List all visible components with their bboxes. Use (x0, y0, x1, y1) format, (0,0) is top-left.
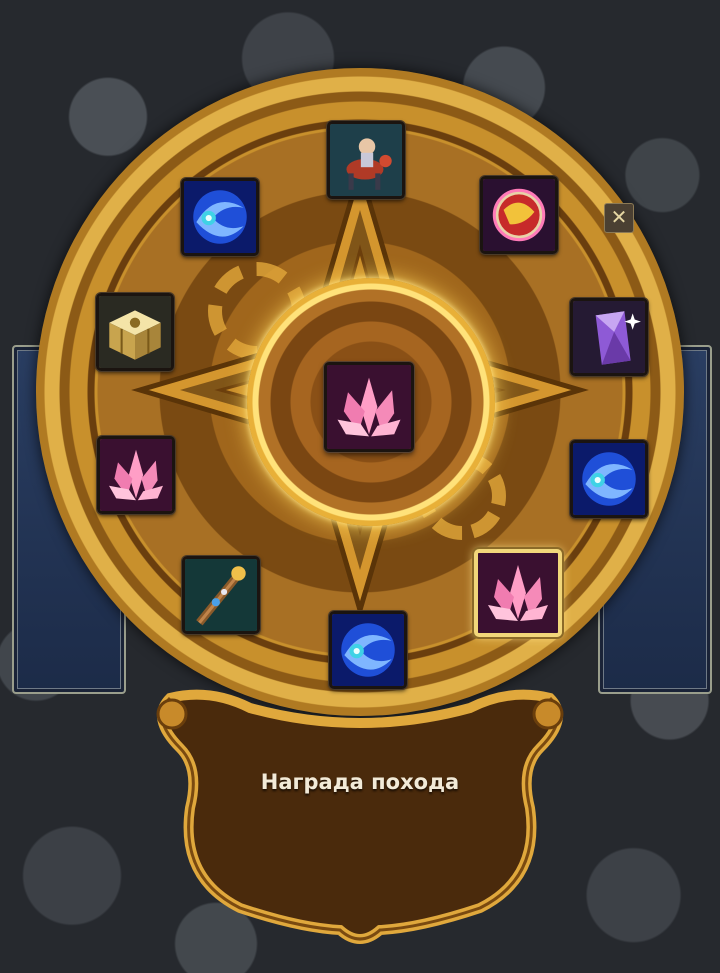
blue-swirl-icon (332, 614, 404, 686)
reward-slot-top[interactable] (327, 121, 405, 199)
reward-slot-top-right[interactable] (480, 176, 558, 254)
hero-on-mount-icon (330, 124, 402, 196)
title-banner (150, 678, 570, 948)
reward-slot-bottom-right[interactable] (474, 549, 562, 637)
banner-title: Награда похода (260, 770, 460, 794)
close-icon: ✕ (610, 205, 628, 229)
pink-crystal-icon (327, 365, 411, 449)
close-button[interactable]: ✕ (604, 203, 634, 233)
reward-slot-left-lower[interactable] (97, 436, 175, 514)
reward-slot-left-upper[interactable] (96, 293, 174, 371)
pink-crystal-icon (478, 553, 558, 633)
blue-swirl-icon (573, 443, 645, 515)
center-reward-slot[interactable] (324, 362, 414, 452)
reward-slot-top-left[interactable] (181, 178, 259, 256)
reward-slot-bottom-left[interactable] (182, 556, 260, 634)
golden-chest-icon (99, 296, 171, 368)
staff-weapon-icon (185, 559, 257, 631)
blue-swirl-icon (184, 181, 256, 253)
purple-gem-icon (573, 301, 645, 373)
reward-slot-right-upper[interactable] (570, 298, 648, 376)
pink-crystal-icon (100, 439, 172, 511)
reward-slot-right-lower[interactable] (570, 440, 648, 518)
red-yellow-orb-icon (483, 179, 555, 251)
